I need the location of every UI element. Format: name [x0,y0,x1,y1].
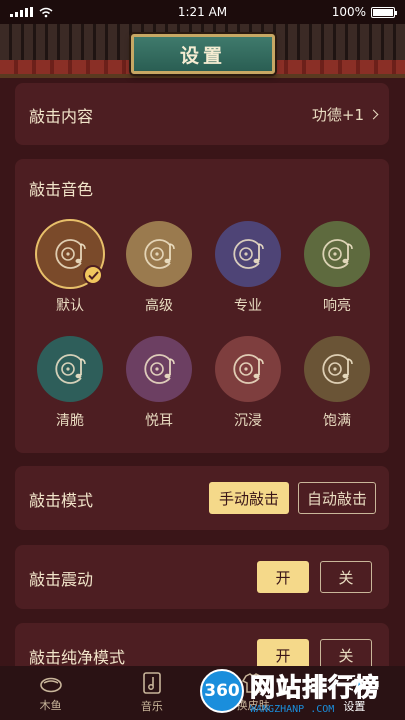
nav-skin[interactable]: 换皮肤 [203,666,304,720]
tone-circle[interactable] [37,221,103,287]
music-disc-icon [322,239,353,269]
vibration-off-button[interactable]: 关 [320,561,372,593]
tone-circle[interactable] [304,336,370,402]
vibration-row-label: 敲击震动 [29,570,94,589]
pure-mode-off-button[interactable]: 关 [320,639,372,666]
nav-settings[interactable]: 设置 [304,666,405,720]
auto-mode-button[interactable]: 自动敲击 [298,482,376,514]
tone-option[interactable]: 饱满 [304,336,370,430]
mode-row-label: 敲击模式 [29,491,94,510]
vibration-on-button[interactable]: 开 [257,561,309,593]
settings-icon [346,675,363,691]
wooden-fish-icon [39,677,62,693]
status-bar: 1:21 AM 100% [0,0,405,24]
tone-name: 专业 [234,298,262,314]
tone-name: 高级 [145,298,173,314]
bottom-navigation: 木鱼 音乐 换皮肤 设置 [0,666,405,720]
content-row-value: 功德+1 [311,106,364,124]
chevron-right-icon [368,109,379,120]
tone-option[interactable]: 高级 [126,221,192,315]
tone-option[interactable]: 响亮 [304,221,370,315]
check-icon [83,265,103,285]
tone-circle[interactable] [37,336,103,402]
tone-name: 清脆 [56,413,84,429]
skin-icon [242,673,265,693]
tone-section: 敲击音色 默认 高级 专业 响亮清脆 悦耳 沉浸 饱满 [15,159,389,453]
tone-section-title: 敲击音色 [29,180,94,199]
music-disc-icon [55,354,86,384]
nav-settings-label: 设置 [343,700,366,713]
nav-wooden-fish[interactable]: 木鱼 [0,666,101,720]
tone-name: 沉浸 [234,413,262,429]
tone-circle[interactable] [304,221,370,287]
tone-option[interactable]: 沉浸 [215,336,281,430]
content-row[interactable]: 敲击内容 功德+1 [15,83,389,145]
tone-option[interactable]: 默认 [37,221,103,315]
tone-circle[interactable] [126,336,192,402]
manual-mode-button[interactable]: 手动敲击 [209,482,289,514]
tone-name: 饱满 [323,413,351,429]
tone-option[interactable]: 清脆 [37,336,103,430]
mode-row: 敲击模式 手动敲击 自动敲击 [15,466,389,530]
content-row-label: 敲击内容 [29,107,94,126]
music-disc-icon [322,354,353,384]
pure-mode-row: 敲击纯净模式 开 关 [15,623,389,666]
tone-circle[interactable] [126,221,192,287]
music-disc-icon [144,354,175,384]
pure-mode-row-label: 敲击纯净模式 [29,648,126,666]
tone-circle[interactable] [215,221,281,287]
music-disc-icon [55,239,86,269]
music-disc-icon [233,239,264,269]
vibration-row: 敲击震动 开 关 [15,545,389,609]
nav-music-label: 音乐 [140,700,163,713]
nav-skin-label: 换皮肤 [236,699,270,712]
battery-icon [371,6,397,18]
nav-music[interactable]: 音乐 [101,666,202,720]
tone-name: 响亮 [323,298,351,314]
music-disc-icon [144,239,175,269]
settings-list[interactable]: 敲击内容 功德+1 敲击音色 默认 高级 专业 响亮清脆 悦耳 沉浸 饱满 敲击模式 手动敲… [0,78,405,666]
content-row-value-group[interactable]: 功德+1 [311,104,379,125]
music-disc-icon [233,354,264,384]
page-title: 设置 [131,34,275,74]
status-time: 1:21 AM [177,5,228,19]
tone-name: 默认 [56,298,84,314]
tone-option[interactable]: 专业 [215,221,281,315]
tone-name: 悦耳 [145,413,173,429]
tone-circle[interactable] [215,336,281,402]
pure-mode-on-button[interactable]: 开 [257,639,309,666]
nav-wooden-fish-label: 木鱼 [39,699,62,712]
music-icon [143,672,161,694]
tone-option[interactable]: 悦耳 [126,336,192,430]
